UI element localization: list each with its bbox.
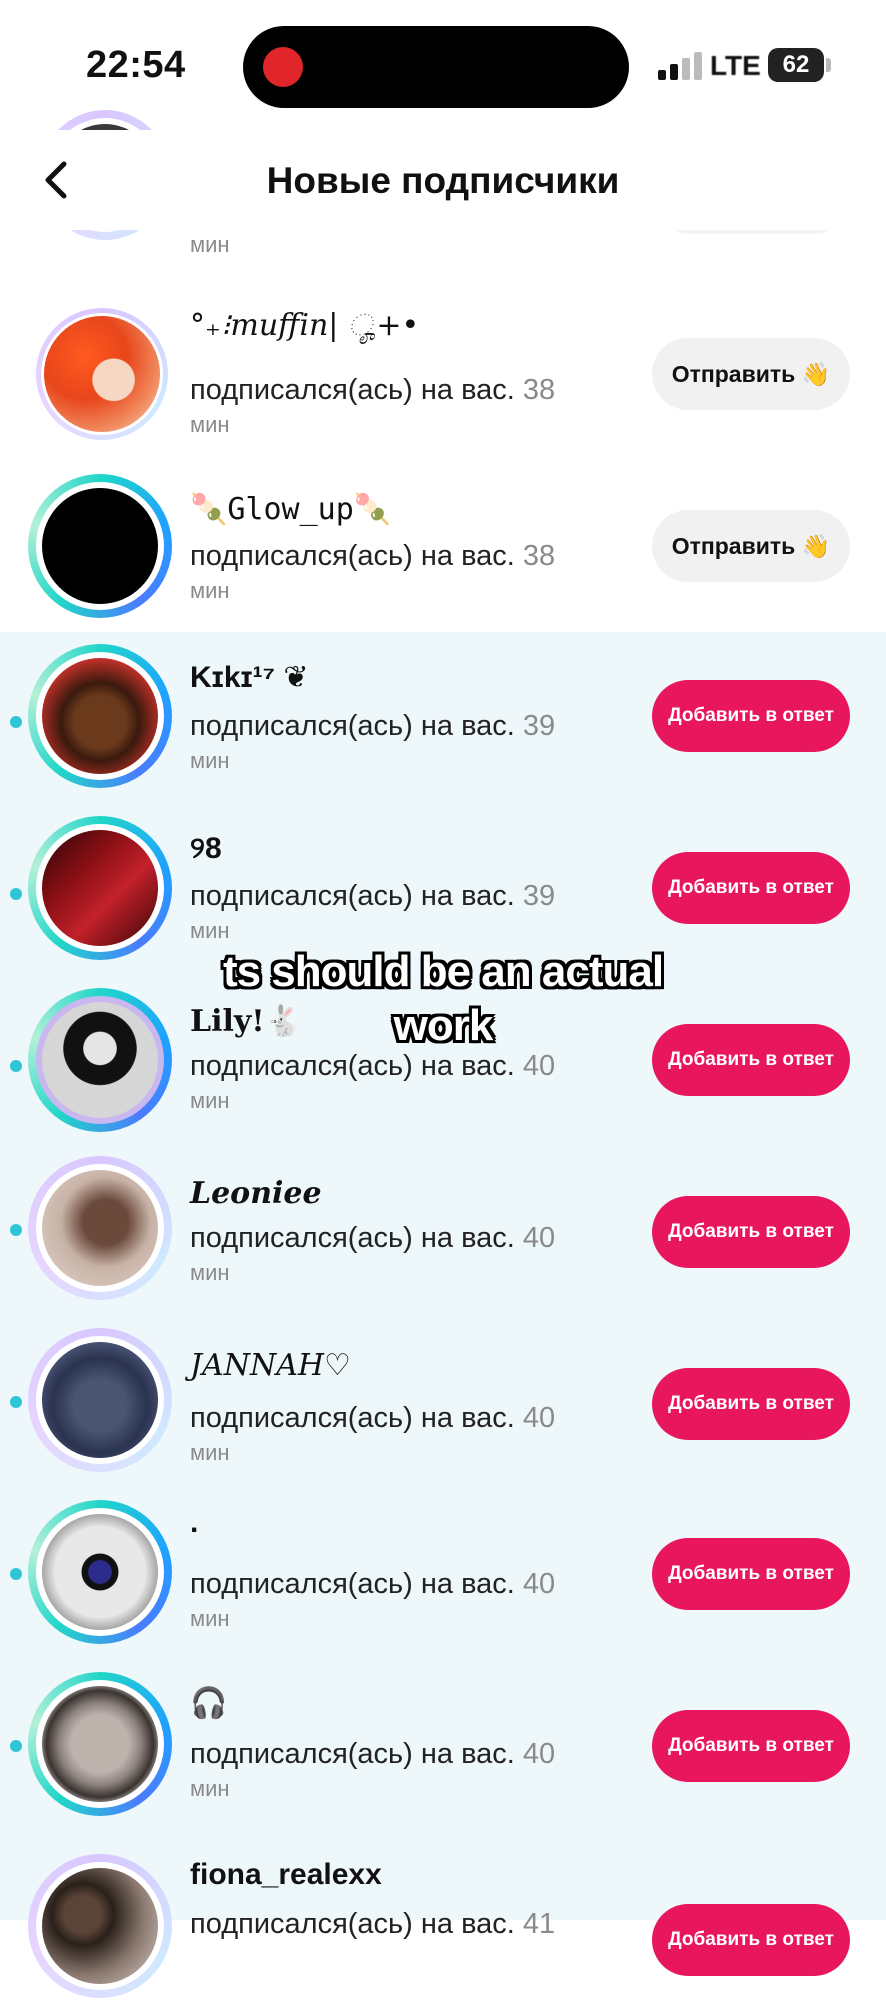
list-item[interactable]: 🎧 подписался(ась) на вас. 40 мин Добавит…	[0, 1672, 886, 1844]
follow-back-button[interactable]: Добавить в ответ	[652, 1538, 850, 1610]
caption-line-2: work	[393, 1001, 494, 1050]
unread-dot-icon	[10, 888, 22, 900]
time-unit: мин	[190, 1440, 230, 1465]
avatar[interactable]	[28, 1328, 172, 1472]
caption-line-1: ts should be an actual	[222, 947, 664, 996]
username[interactable]: Leoniee	[190, 1176, 322, 1211]
nav-header: Новые подписчики	[0, 130, 886, 230]
time-unit: мин	[190, 918, 230, 943]
page-title: Новые подписчики	[266, 160, 620, 201]
unread-dot-icon	[10, 1396, 22, 1408]
follow-back-button[interactable]: Добавить в ответ	[652, 680, 850, 752]
follow-text: подписался(ась) на вас. 40	[190, 1050, 556, 1082]
list-item[interactable]: . подписался(ась) на вас. 40 мин Добавит…	[0, 1500, 886, 1672]
avatar[interactable]	[28, 1156, 172, 1300]
avatar[interactable]	[28, 1854, 172, 1998]
time-unit: мин	[190, 232, 230, 257]
follow-text: подписался(ась) на вас. 40	[190, 1568, 556, 1600]
avatar[interactable]	[36, 308, 168, 440]
follow-text: подписался(ась) на вас. 40	[190, 1222, 556, 1254]
unread-dot-icon	[10, 1740, 22, 1752]
time-unit: мин	[190, 1260, 230, 1285]
list-item[interactable]: °₊⁝muffin| ೄ+• подписался(ась) на вас. 3…	[0, 288, 886, 460]
time-unit: мин	[190, 1088, 230, 1113]
username[interactable]: ୨8	[190, 832, 222, 866]
follow-text: подписался(ась) на вас. 39	[190, 880, 556, 912]
followers-list: мин °₊⁝muffin| ೄ+• подписался(ась) на ва…	[0, 0, 886, 1998]
username[interactable]: Kɪkɪ¹⁷ ❦	[190, 660, 309, 695]
list-item[interactable]: Kɪkɪ¹⁷ ❦ подписался(ась) на вас. 39 мин …	[0, 640, 886, 812]
username[interactable]: °₊⁝muffin| ೄ+•	[190, 308, 419, 343]
follow-back-button[interactable]: Добавить в ответ	[652, 1904, 850, 1976]
avatar[interactable]	[28, 816, 172, 960]
follow-text: подписался(ась) на вас. 38	[190, 374, 556, 406]
unread-dot-icon	[10, 1568, 22, 1580]
list-item[interactable]: 🍡Glow_up🍡 подписался(ась) на вас. 38 мин…	[0, 460, 886, 632]
follow-text: подписался(ась) на вас. 40	[190, 1738, 556, 1770]
unread-dot-icon	[10, 1060, 22, 1072]
avatar[interactable]	[28, 1500, 172, 1644]
username[interactable]: 🎧	[190, 1686, 227, 1721]
list-item[interactable]: Leoniee подписался(ась) на вас. 40 мин Д…	[0, 1156, 886, 1328]
time-unit: мин	[190, 1776, 230, 1801]
username[interactable]: .	[190, 1506, 198, 1540]
follow-back-button[interactable]: Добавить в ответ	[652, 1710, 850, 1782]
follow-back-button[interactable]: Добавить в ответ	[652, 1368, 850, 1440]
avatar[interactable]	[28, 1672, 172, 1816]
follow-text: подписался(ась) на вас. 41	[190, 1908, 556, 1940]
follow-text: подписался(ась) на вас. 38	[190, 540, 556, 572]
follow-back-button[interactable]: Добавить в ответ	[652, 852, 850, 924]
send-wave-button[interactable]: Отправить 👋	[652, 338, 850, 410]
follow-text: подписался(ась) на вас. 40	[190, 1402, 556, 1434]
list-item[interactable]: JANNAH♡ подписался(ась) на вас. 40 мин Д…	[0, 1328, 886, 1500]
unread-dot-icon	[10, 1224, 22, 1236]
time-unit: мин	[190, 1606, 230, 1631]
time-unit: мин	[190, 578, 230, 603]
list-item[interactable]: fiona_realexx подписался(ась) на вас. 41…	[0, 1844, 886, 2016]
time-unit: мин	[190, 412, 230, 437]
avatar[interactable]	[28, 644, 172, 788]
avatar[interactable]	[28, 474, 172, 618]
username[interactable]: fiona_realexx	[190, 1858, 382, 1892]
username[interactable]: JANNAH♡	[190, 1348, 351, 1383]
time-unit: мин	[190, 748, 230, 773]
follow-text: подписался(ась) на вас. 39	[190, 710, 556, 742]
follow-back-button[interactable]: Добавить в ответ	[652, 1196, 850, 1268]
unread-dot-icon	[10, 716, 22, 728]
send-wave-button[interactable]: Отправить 👋	[652, 510, 850, 582]
username[interactable]: 🍡Glow_up🍡	[190, 492, 391, 527]
